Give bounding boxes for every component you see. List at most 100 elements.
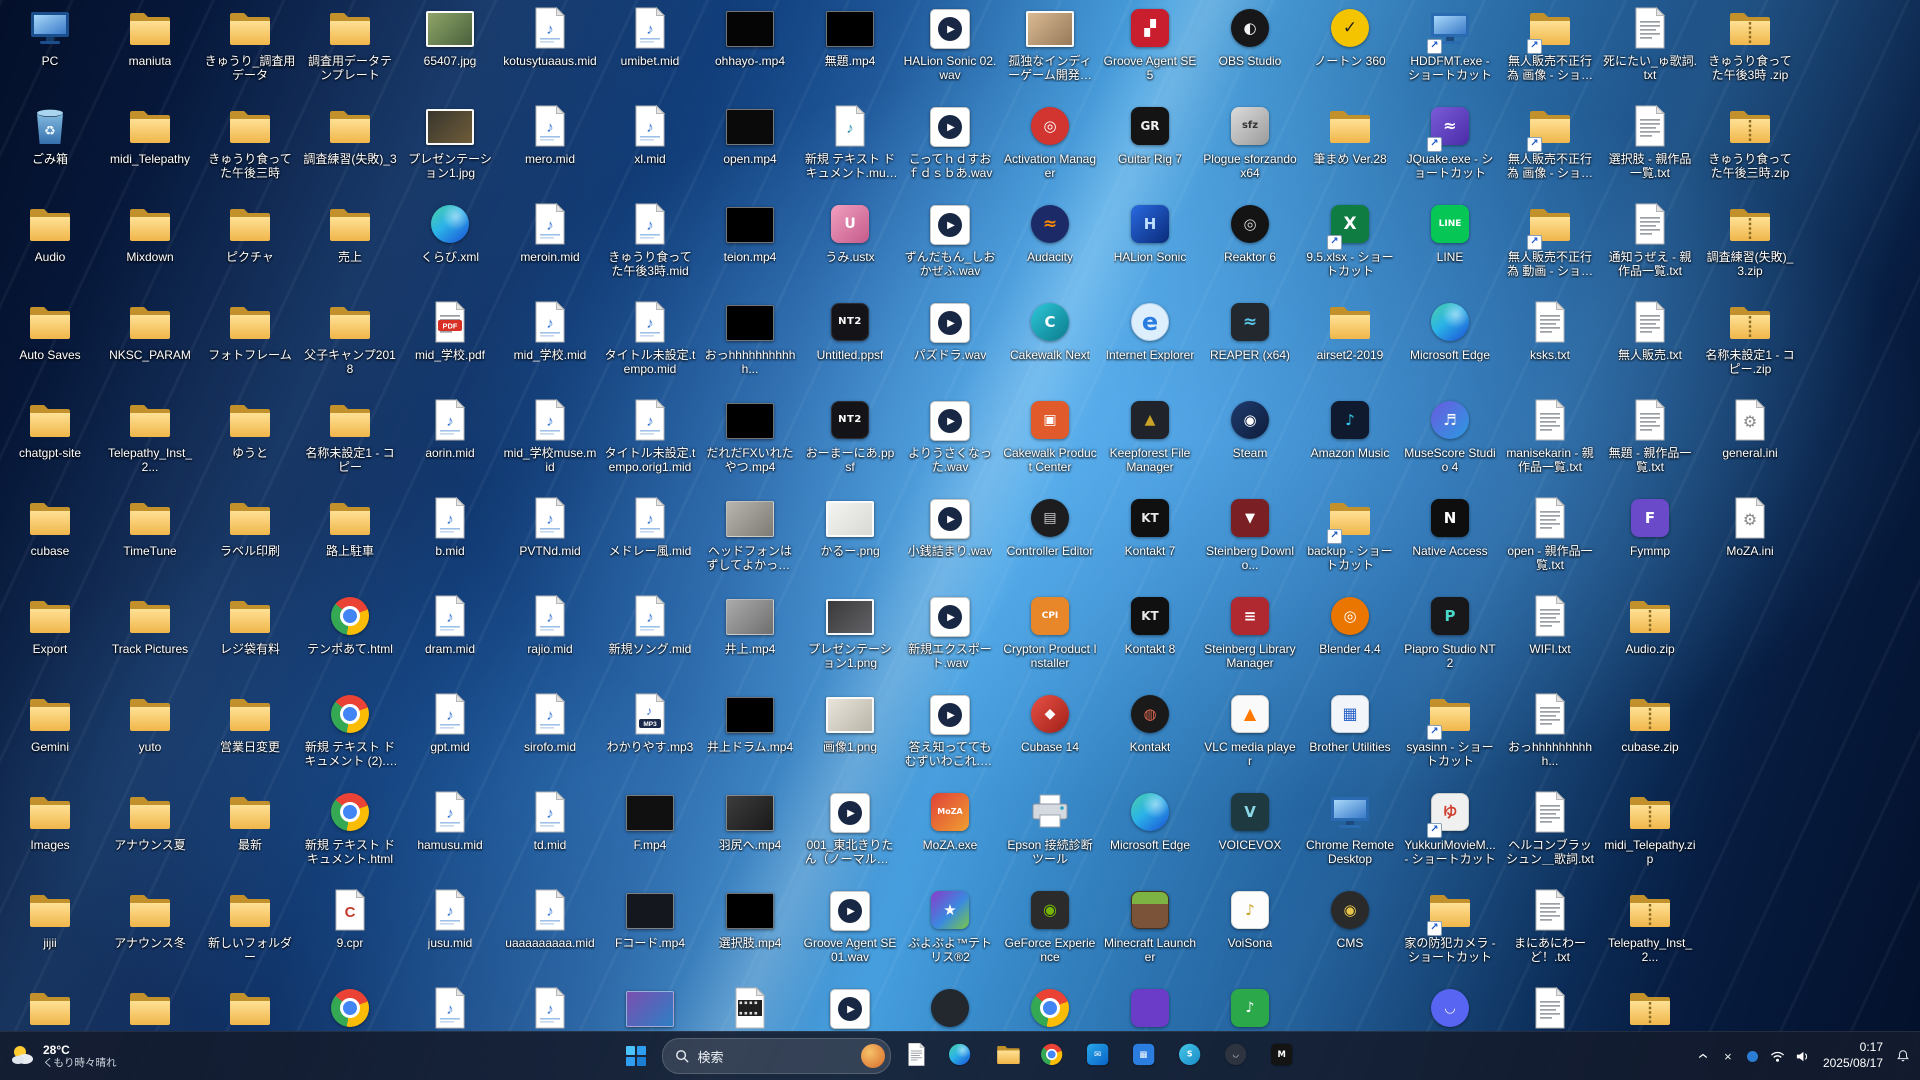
musescore-studio-4[interactable]: ♬MuseScore Studio 4 <box>1400 392 1500 490</box>
desktop-icon[interactable]: 選択肢.mp4 <box>700 882 800 980</box>
desktop-icon[interactable]: おっhhhhhhhhhh... <box>1500 686 1600 784</box>
this-pc[interactable]: PC <box>0 0 100 98</box>
desktop-icon[interactable]: ▶こってｈｄすおｆｄｓｂあ.wav <box>900 98 1000 196</box>
desktop-icon[interactable]: ♪タイトル未設定.tempo.orig1.mid <box>600 392 700 490</box>
voisona[interactable]: ♪VoiSona <box>1200 882 1300 980</box>
desktop-icon[interactable]: ♪MP3わかりやす.mp3 <box>600 686 700 784</box>
discord[interactable]: ◡ <box>1400 980 1500 1032</box>
desktop-icon[interactable]: ♪mid_学校muse.mid <box>500 392 600 490</box>
guitar-rig-7[interactable]: GRGuitar Rig 7 <box>1100 98 1200 196</box>
desktop-icon[interactable]: ♪メドレー風.mid <box>600 490 700 588</box>
geforce-experience[interactable]: ◉GeForce Experience <box>1000 882 1100 980</box>
tray-expand-button[interactable] <box>1692 1040 1714 1072</box>
desktop-icon[interactable]: ♪uaaaaaaaaa.mid <box>500 882 600 980</box>
desktop-icon[interactable]: ♪xl.mid <box>600 98 700 196</box>
norton-360[interactable]: ✓ノートン 360 <box>1300 0 1400 98</box>
reaktor-6[interactable]: ◎Reaktor 6 <box>1200 196 1300 294</box>
pinned-file-explorer[interactable] <box>989 1036 1029 1076</box>
desktop-icon[interactable]: 通知うぜえ - 親作品一覧.txt <box>1600 196 1700 294</box>
desktop-icon[interactable]: 65407.jpg <box>400 0 500 98</box>
desktop-icon[interactable]: chatgpt-site <box>0 392 100 490</box>
desktop-icon[interactable]: manisekarin - 親作品一覧.txt <box>1500 392 1600 490</box>
desktop-icon[interactable]: かるー.png <box>800 490 900 588</box>
desktop-icon[interactable]: Images <box>0 784 100 882</box>
desktop-icon[interactable]: ♪jusu.mid <box>400 882 500 980</box>
desktop-icon[interactable]: WIFI.txt <box>1500 588 1600 686</box>
desktop-icon[interactable]: ▶ <box>800 980 900 1032</box>
desktop-icon[interactable]: だれだFXいれたやつ.mp4 <box>700 392 800 490</box>
desktop-icon[interactable]: 新規 テキスト ドキュメント (2).html <box>300 686 400 784</box>
desktop-icon[interactable] <box>600 980 700 1032</box>
desktop-icon[interactable]: Gemini <box>0 686 100 784</box>
minecraft-launcher[interactable]: Minecraft Launcher <box>1100 882 1200 980</box>
desktop-icon[interactable]: PDFmid_学校.pdf <box>400 294 500 392</box>
desktop-icon[interactable]: airset2-2019 <box>1300 294 1400 392</box>
pinned-discord[interactable]: ◡ <box>1219 1036 1259 1076</box>
pinned-chrome[interactable] <box>1035 1036 1075 1076</box>
desktop-icon[interactable]: 名称未設定1 - コピー.zip <box>1700 294 1800 392</box>
keepforest-file-manager[interactable]: ▲Keepforest File Manager <box>1100 392 1200 490</box>
desktop-icon[interactable]: 路上駐車 <box>300 490 400 588</box>
pinned-teal-app[interactable]: S <box>1173 1036 1213 1076</box>
desktop-icon[interactable]: ♪aorin.mid <box>400 392 500 490</box>
desktop-icon[interactable]: 死にたい_ゅ歌詞.txt <box>1600 0 1700 98</box>
desktop-icon[interactable]: ↗syasinn - ショートカット <box>1400 686 1500 784</box>
pinned-store[interactable]: ▦ <box>1127 1036 1167 1076</box>
desktop-icon[interactable]: ♪ <box>1200 980 1300 1032</box>
desktop-icon[interactable]: ♪きゅうり食ってた午後3時.mid <box>600 196 700 294</box>
steam[interactable]: ◉Steam <box>1200 392 1300 490</box>
halion-sonic[interactable]: HHALion Sonic <box>1100 196 1200 294</box>
reaper-x64[interactable]: ≈REAPER (x64) <box>1200 294 1300 392</box>
desktop-icon[interactable]: プレゼンテーション1.jpg <box>400 98 500 196</box>
desktop-icon[interactable] <box>1500 980 1600 1032</box>
desktop-icon[interactable]: ♪ <box>500 980 600 1032</box>
desktop-icon[interactable]: ↗無人販売不正行為 画像 - ショートカット <box>1500 98 1600 196</box>
line[interactable]: LINELINE <box>1400 196 1500 294</box>
amazon-music[interactable]: ♪Amazon Music <box>1300 392 1400 490</box>
desktop-icon[interactable]: ♪sirofo.mid <box>500 686 600 784</box>
xlsx-shortcut[interactable]: X↗9.5.xlsx - ショートカット <box>1300 196 1400 294</box>
vlc-media-player[interactable]: ▲VLC media player <box>1200 686 1300 784</box>
desktop-icon[interactable]: 画像1.png <box>800 686 900 784</box>
desktop-icon[interactable]: ▶よりうさくなった.wav <box>900 392 1000 490</box>
desktop-icon[interactable]: Uうみ.ustx <box>800 196 900 294</box>
desktop-icon[interactable]: フォトフレーム <box>200 294 300 392</box>
desktop-icon[interactable]: 孤独なインディーゲーム開発者の一生... <box>1000 0 1100 98</box>
kontakt-8[interactable]: KTKontakt 8 <box>1100 588 1200 686</box>
activation-manager[interactable]: ◎Activation Manager <box>1000 98 1100 196</box>
desktop-icon[interactable]: ♪dram.mid <box>400 588 500 686</box>
desktop-icon[interactable]: 筆まめ Ver.28 <box>1300 98 1400 196</box>
desktop-icon[interactable]: ▶001_東北きりたん（ノーマル）_今じゃ... <box>800 784 900 882</box>
desktop-icon[interactable] <box>100 980 200 1032</box>
kontakt[interactable]: ◍Kontakt <box>1100 686 1200 784</box>
desktop-icon[interactable]: ⚙general.ini <box>1700 392 1800 490</box>
desktop-icon[interactable]: ♪新規 テキスト ドキュメント.musicxml <box>800 98 900 196</box>
desktop-icon[interactable]: ♪mero.mid <box>500 98 600 196</box>
desktop-icon[interactable]: 井上.mp4 <box>700 588 800 686</box>
desktop-icon[interactable]: ↗家の防犯カメラ - ショートカット <box>1400 882 1500 980</box>
crypton-product-installer[interactable]: CPICrypton Product Installer <box>1000 588 1100 686</box>
desktop-icon[interactable]: 新規 テキスト ドキュメント.html <box>300 784 400 882</box>
desktop-icon[interactable]: Mixdown <box>100 196 200 294</box>
desktop-icon[interactable] <box>1100 980 1200 1032</box>
search-box[interactable]: 検索 <box>662 1038 891 1074</box>
yukkuri-movie-maker-shortcut[interactable]: ゆ↗YukkuriMovieM... - ショートカット <box>1400 784 1500 882</box>
desktop-icon[interactable]: ♪td.mid <box>500 784 600 882</box>
desktop-icon[interactable]: open.mp4 <box>700 98 800 196</box>
desktop-icon[interactable]: Audio.zip <box>1600 588 1700 686</box>
desktop-icon[interactable]: yuto <box>100 686 200 784</box>
desktop-icon[interactable]: midi_Telepathy.zip <box>1600 784 1700 882</box>
desktop-icon[interactable]: きゅうり食ってた午後三時 <box>200 98 300 196</box>
desktop-icon[interactable] <box>700 980 800 1032</box>
desktop-icon[interactable]: ▶新規エクスポート.wav <box>900 588 1000 686</box>
desktop-icon[interactable]: 無題 - 親作品一覧.txt <box>1600 392 1700 490</box>
epson-diagnostics[interactable]: Epson 接続診断ツール <box>1000 784 1100 882</box>
desktop-icon[interactable]: 調査用データテンプレート <box>300 0 400 98</box>
desktop-icon[interactable]: Track Pictures <box>100 588 200 686</box>
desktop-icon[interactable]: ♪b.mid <box>400 490 500 588</box>
desktop-icon[interactable]: ▶ずんだもん_しおかぜふ.wav <box>900 196 1000 294</box>
desktop-icon[interactable]: ♪hamusu.mid <box>400 784 500 882</box>
pinned-mail[interactable]: ✉ <box>1081 1036 1121 1076</box>
desktop-icon[interactable]: jijii <box>0 882 100 980</box>
moza-exe[interactable]: MoZAMoZA.exe <box>900 784 1000 882</box>
